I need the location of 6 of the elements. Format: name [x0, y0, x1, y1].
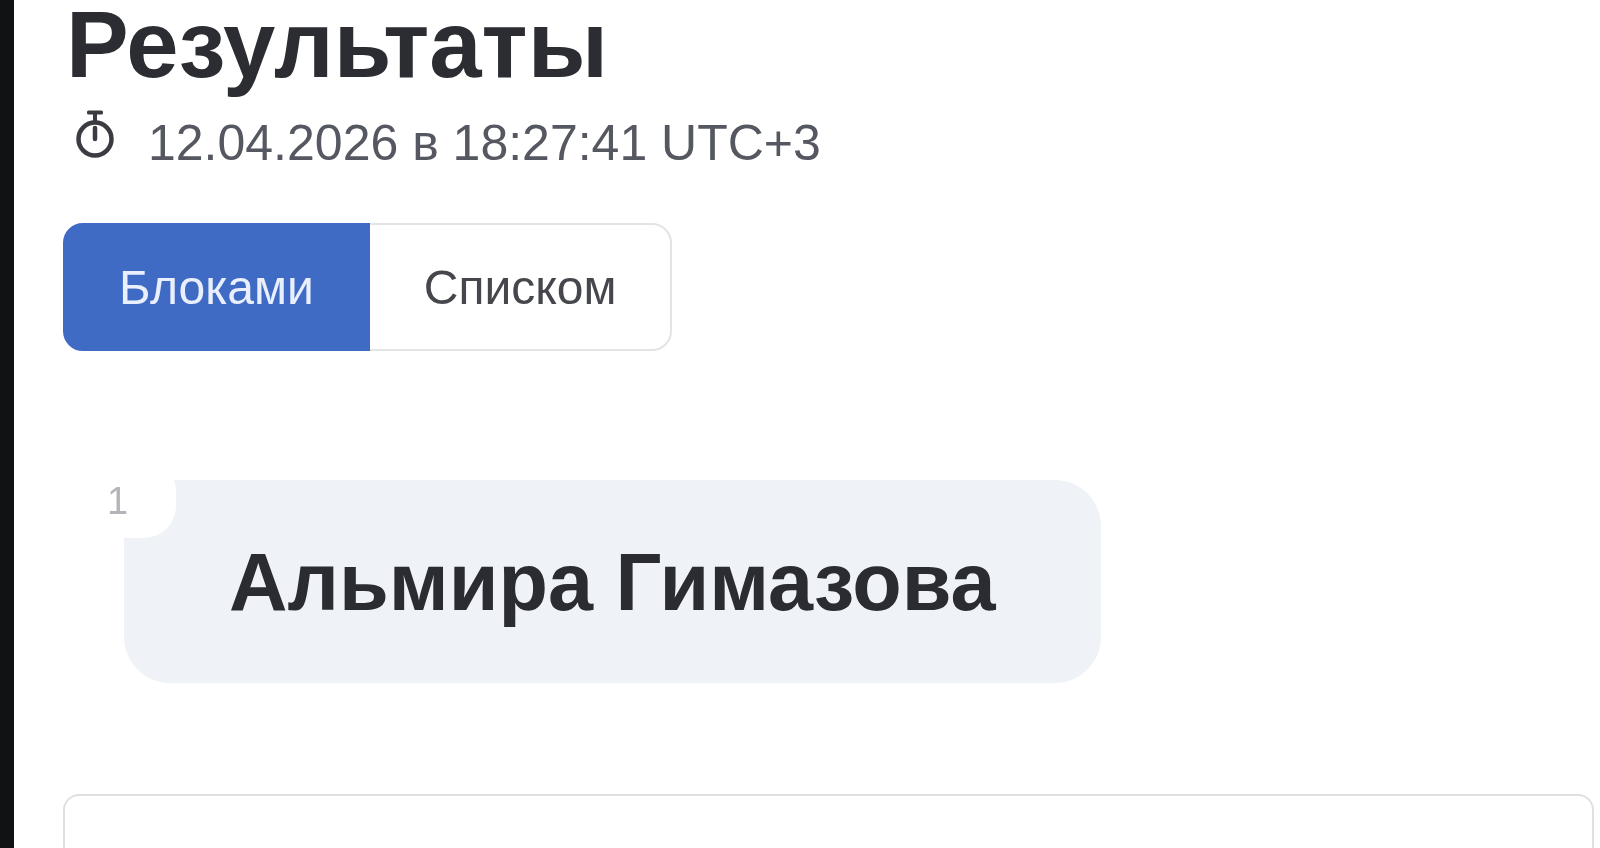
- participant-name: Альмира Гимазова: [229, 535, 996, 629]
- timestamp-text: 12.04.2026 в 18:27:41 UTC+3: [148, 118, 821, 168]
- view-toggle-tab[interactable]: Списком: [367, 223, 673, 351]
- view-toggle-tab[interactable]: Блоками: [63, 223, 370, 351]
- stopwatch-icon: [75, 109, 115, 159]
- page-title: Результаты: [66, 0, 608, 99]
